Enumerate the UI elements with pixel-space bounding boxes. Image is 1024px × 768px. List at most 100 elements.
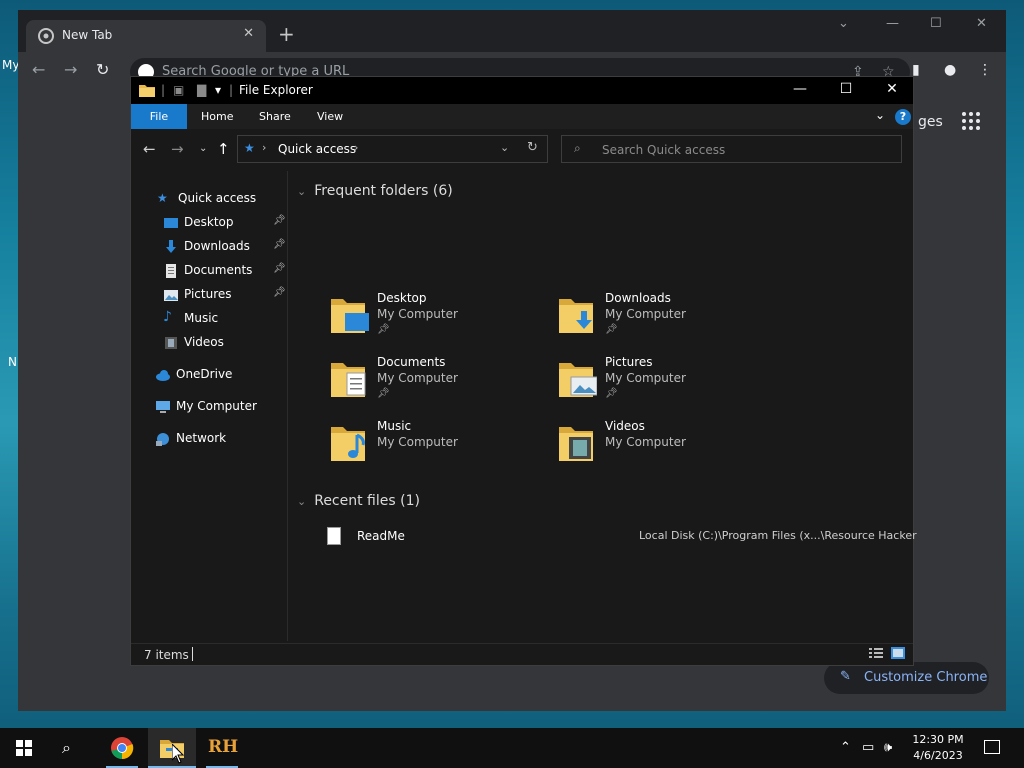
nav-item-documents[interactable]: Documents 📌︎ [163, 260, 287, 282]
resource-hacker-icon: RH [208, 737, 239, 757]
folder-name: Music [377, 419, 412, 433]
folder-tile-music[interactable]: Music My Computer [331, 419, 531, 475]
customize-chrome-button[interactable]: ✎ Customize Chrome [824, 662, 989, 694]
frequent-folders-header[interactable]: ⌄ Frequent folders (6) [297, 183, 453, 199]
windows-start-icon[interactable] [16, 740, 32, 756]
status-bar: 7 items [131, 643, 913, 665]
search-box[interactable]: ⌕ Search Quick access [561, 135, 902, 163]
pin-icon: 📌︎ [273, 215, 286, 226]
back-icon[interactable]: ← [32, 60, 45, 79]
tab-home[interactable]: Home [187, 104, 247, 129]
refresh-icon[interactable]: ↻ [527, 140, 538, 155]
folder-tile-desktop[interactable]: Desktop My Computer 📌︎ [331, 291, 531, 347]
maximize-icon[interactable]: ☐ [930, 16, 942, 31]
expand-ribbon-icon[interactable]: ⌄ [875, 108, 885, 122]
folder-tile-pictures[interactable]: Pictures My Computer 📌︎ [559, 355, 759, 411]
folder-location: My Computer [605, 435, 686, 449]
folder-location: My Computer [377, 371, 458, 385]
address-dropdown-icon[interactable]: ⌄ [500, 141, 509, 154]
search-icon[interactable]: ⌕ [62, 738, 71, 758]
back-icon[interactable]: ← [143, 140, 156, 158]
pin-icon: 📌︎ [273, 239, 286, 250]
desktop-icon-label[interactable]: My [2, 58, 19, 72]
network-icon[interactable]: ▭ [862, 740, 874, 755]
status-separator [192, 647, 193, 661]
computer-icon [156, 401, 170, 413]
downloads-folder-icon [559, 299, 593, 333]
documents-folder-icon [331, 363, 366, 397]
nav-label: Documents [184, 263, 253, 277]
desktop-folder-icon [331, 299, 369, 333]
maximize-icon[interactable]: ☐ [823, 81, 869, 97]
taskbar-resource-hacker-button[interactable]: RH [198, 728, 246, 768]
close-icon[interactable]: ✕ [869, 81, 915, 97]
recent-files-header[interactable]: ⌄ Recent files (1) [297, 493, 420, 509]
nav-label: Music [184, 311, 219, 325]
text-file-icon [327, 527, 341, 545]
clock[interactable]: 12:30 PM 4/6/2023 [900, 732, 976, 764]
folder-name: Documents [377, 355, 446, 369]
chrome-tab-new-tab[interactable]: New Tab ✕ [26, 20, 266, 52]
cloud-icon [156, 370, 170, 381]
recent-locations-icon[interactable]: ⌄ [199, 143, 207, 154]
navigation-pane: ★ Quick access Desktop 📌︎ Downloads 📌︎ D… [131, 183, 287, 641]
forward-icon[interactable]: → [171, 140, 184, 158]
window-title: File Explorer [239, 83, 313, 97]
recent-file-path: Local Disk (C:)\Program Files (x...\Reso… [639, 529, 917, 542]
close-tab-icon[interactable]: ✕ [243, 26, 254, 41]
tab-share[interactable]: Share [245, 104, 305, 129]
breadcrumb-chevron-icon[interactable]: › [262, 141, 266, 154]
pane-divider[interactable] [287, 171, 288, 641]
properties-icon[interactable]: ▣ [173, 83, 184, 97]
minimize-icon[interactable]: — [777, 81, 823, 97]
new-folder-icon[interactable]: ▇ [197, 83, 206, 97]
address-bar[interactable]: ★ › Quick access › ⌄ ↻ [237, 135, 548, 163]
minimize-icon[interactable]: — [886, 16, 899, 31]
help-icon[interactable]: ? [895, 109, 911, 125]
desktop-icon-label[interactable]: N [8, 355, 17, 369]
nav-item-pictures[interactable]: Pictures 📌︎ [163, 284, 287, 306]
collapse-chevron-icon: ⌄ [297, 495, 307, 508]
reload-icon[interactable]: ↻ [96, 60, 109, 79]
network-icon [156, 433, 169, 446]
up-icon[interactable]: ↑ [217, 140, 230, 158]
folder-location: My Computer [605, 307, 686, 321]
clock-time: 12:30 PM [912, 733, 964, 746]
tab-view[interactable]: View [303, 104, 357, 129]
download-icon [166, 240, 176, 253]
nav-label: My Computer [176, 399, 257, 413]
new-tab-button[interactable]: + [278, 24, 295, 44]
folder-icon [139, 85, 155, 97]
taskbar-chrome-button[interactable] [98, 728, 146, 768]
chevron-down-icon[interactable]: ⌄ [838, 16, 849, 31]
forward-icon[interactable]: → [64, 60, 77, 79]
search-placeholder: Search Quick access [602, 143, 726, 157]
volume-icon[interactable]: 🕪︎ [884, 740, 892, 755]
folder-tile-downloads[interactable]: Downloads My Computer 📌︎ [559, 291, 759, 347]
menu-kebab-icon[interactable]: ⋮ [978, 62, 992, 78]
breadcrumb-quick-access[interactable]: Quick access [278, 142, 356, 156]
show-hidden-icons-icon[interactable]: ⌃ [840, 740, 851, 755]
folder-tile-videos[interactable]: Videos My Computer [559, 419, 759, 475]
explorer-title-bar[interactable]: | ▣ ▇ ▾ | File Explorer — ☐ ✕ [131, 77, 913, 104]
picture-icon [164, 290, 178, 301]
nav-label: Downloads [184, 239, 250, 253]
recent-file-row[interactable]: ReadMe Local Disk (C:)\Program Files (x.… [327, 527, 917, 547]
large-icons-view-icon[interactable] [891, 647, 905, 659]
notification-icon[interactable] [984, 740, 1000, 754]
folder-tile-documents[interactable]: Documents My Computer 📌︎ [331, 355, 531, 411]
google-apps-icon[interactable] [962, 112, 980, 130]
pin-icon: 📌︎ [605, 388, 618, 399]
details-view-icon[interactable] [869, 647, 883, 659]
tab-file[interactable]: File [131, 104, 187, 129]
customize-qa-icon[interactable]: ▾ [215, 83, 221, 97]
pin-icon: 📌︎ [273, 287, 286, 298]
images-link[interactable]: ges [918, 114, 943, 130]
breadcrumb-chevron-icon[interactable]: › [354, 141, 358, 154]
recent-file-name: ReadMe [357, 529, 405, 543]
nav-item-downloads[interactable]: Downloads 📌︎ [163, 236, 287, 258]
nav-item-desktop[interactable]: Desktop 📌︎ [163, 212, 287, 234]
folder-name: Pictures [605, 355, 653, 369]
close-icon[interactable]: ✕ [976, 16, 987, 31]
profile-icon[interactable]: ● [944, 62, 956, 78]
